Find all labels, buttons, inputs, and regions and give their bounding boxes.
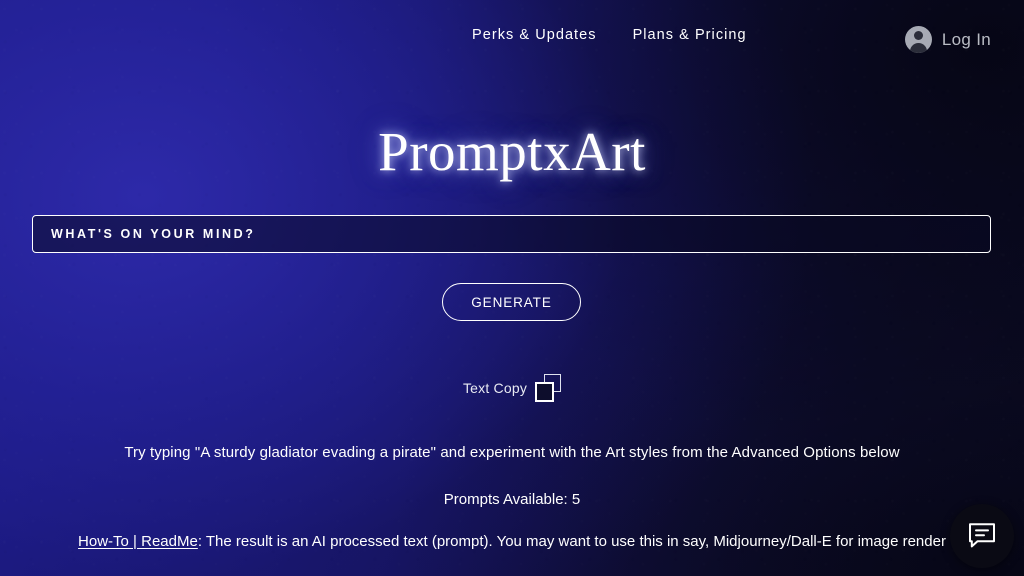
- page-root: Perks & Updates Plans & Pricing Log In P…: [0, 0, 1024, 576]
- nav-link-perks-updates[interactable]: Perks & Updates: [472, 27, 597, 43]
- page-title: PromptxArt: [378, 121, 646, 182]
- copy-icon-front-square: [535, 382, 555, 402]
- how-to-readme-link[interactable]: How-To | ReadMe: [78, 533, 198, 550]
- readme-description-text: : The result is an AI processed text (pr…: [197, 533, 946, 550]
- chat-bubble-icon: [967, 522, 997, 550]
- readme-line: How-To | ReadMe: The result is an AI pro…: [0, 533, 1024, 550]
- prompt-input-placeholder: WHAT'S ON YOUR MIND?: [51, 227, 256, 241]
- primary-navigation: Perks & Updates Plans & Pricing: [472, 27, 747, 43]
- prompt-input[interactable]: WHAT'S ON YOUR MIND?: [32, 215, 991, 253]
- site-header: Perks & Updates Plans & Pricing Log In: [0, 0, 1024, 76]
- usage-hint-text: Try typing "A sturdy gladiator evading a…: [124, 444, 900, 461]
- text-copy-label: Text Copy: [462, 380, 528, 396]
- nav-link-plans-pricing[interactable]: Plans & Pricing: [633, 27, 747, 43]
- login-label: Log In: [941, 29, 991, 49]
- text-copy-row: Text Copy: [0, 374, 1024, 402]
- user-avatar-icon: [904, 26, 932, 53]
- login-button[interactable]: Log In: [904, 26, 991, 53]
- copy-icon[interactable]: [535, 374, 562, 402]
- generate-button[interactable]: GENERATE: [442, 283, 581, 321]
- prompts-available-text: Prompts Available: 5: [443, 491, 581, 508]
- chat-widget-button[interactable]: [950, 504, 1014, 568]
